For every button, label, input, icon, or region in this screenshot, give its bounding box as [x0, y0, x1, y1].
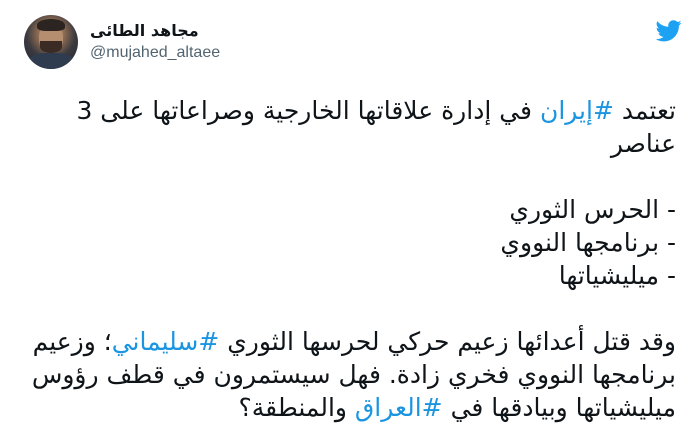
tweet-line-intro: تعتمد #إيران في إدارة علاقاتها الخارجية …: [16, 94, 676, 160]
tweet-text: تعتمد #إيران في إدارة علاقاتها الخارجية …: [16, 94, 676, 424]
tweet-card: مجاهد الطائى @mujahed_altaee تعتمد #إيرا…: [0, 0, 700, 447]
tweet-list-item: - الحرس الثوري: [509, 195, 676, 224]
author-handle[interactable]: @mujahed_altaee: [90, 42, 220, 64]
tweet-list-item: - ميليشياتها: [558, 261, 676, 290]
tweet-header: مجاهد الطائى @mujahed_altaee: [24, 12, 220, 72]
hashtag-iraq-link[interactable]: #العراق: [355, 393, 443, 422]
tweet-text-segment: تعتمد: [613, 96, 676, 125]
tweet-line-closing: وقد قتل أعدائها زعيم حركي لحرسها الثوري …: [16, 325, 676, 424]
twitter-bird-icon[interactable]: [656, 20, 682, 42]
author-display-name[interactable]: مجاهد الطائى: [90, 20, 220, 42]
avatar-shirt: [28, 53, 74, 69]
avatar-beard: [40, 41, 62, 53]
tweet-text-segment: والمنطقة؟: [238, 393, 355, 422]
tweet-list-item: - برنامجها النووي: [500, 228, 676, 257]
avatar-hair: [37, 19, 65, 31]
hashtag-soleimani-link[interactable]: #سليماني: [112, 327, 220, 356]
avatar[interactable]: [24, 15, 78, 69]
author-names: مجاهد الطائى @mujahed_altaee: [90, 20, 220, 64]
tweet-text-segment: وقد قتل أعدائها زعيم حركي لحرسها الثوري: [219, 327, 676, 356]
hashtag-iran-link[interactable]: #إيران: [540, 96, 614, 125]
